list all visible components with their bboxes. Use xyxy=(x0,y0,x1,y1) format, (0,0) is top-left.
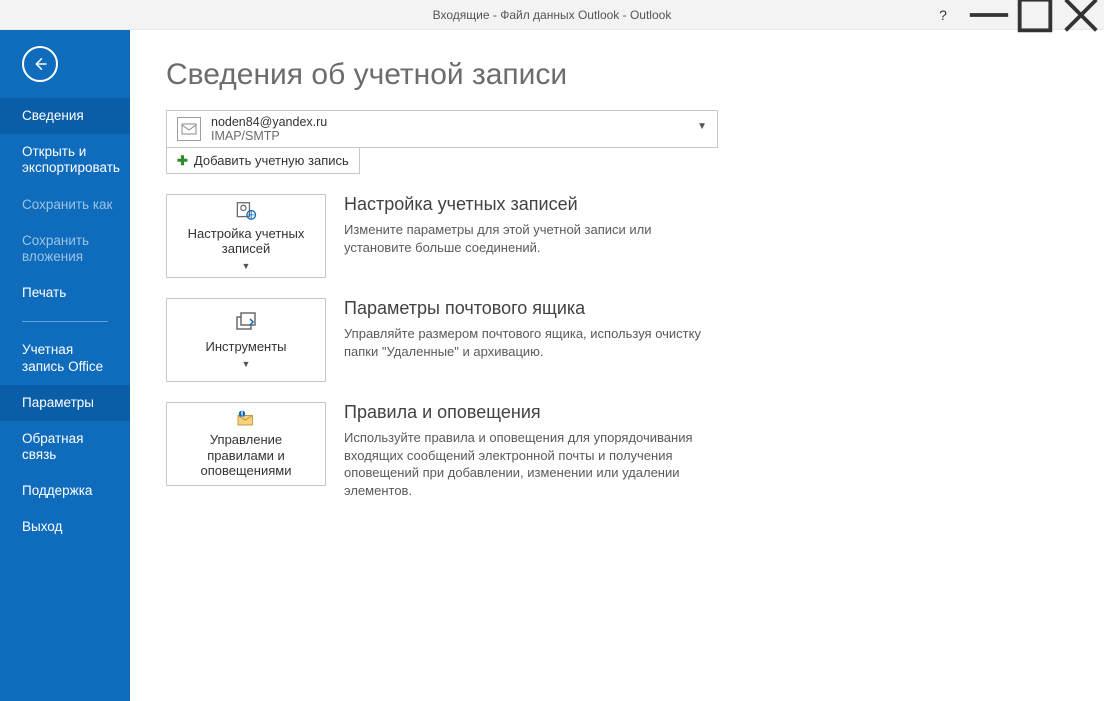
window-title: Входящие - Файл данных Outlook - Outlook xyxy=(433,8,672,22)
body: Сведения Открыть и экспортировать Сохран… xyxy=(0,30,1104,701)
section-title: Настройка учетных записей xyxy=(344,194,718,215)
section-text: Правила и оповещения Используйте правила… xyxy=(344,402,718,499)
sidebar-item-label: Открыть и экспортировать xyxy=(22,144,120,175)
section-title: Правила и оповещения xyxy=(344,402,718,423)
tile-tools[interactable]: Инструменты ▼ xyxy=(166,298,326,382)
window-controls: ? xyxy=(920,0,1104,30)
sidebar-item-label: Обратная связь xyxy=(22,431,83,462)
section-desc: Управляйте размером почтового ящика, исп… xyxy=(344,325,718,360)
tile-account-settings[interactable]: Настройка учетных записей ▼ xyxy=(166,194,326,278)
sidebar-item-print[interactable]: Печать xyxy=(0,275,130,311)
sidebar: Сведения Открыть и экспортировать Сохран… xyxy=(0,30,130,701)
account-selector[interactable]: noden84@yandex.ru IMAP/SMTP ▼ xyxy=(166,110,718,148)
minimize-button[interactable] xyxy=(966,0,1012,30)
mailbox-icon xyxy=(177,117,201,141)
sidebar-item-info[interactable]: Сведения xyxy=(0,98,130,134)
sidebar-item-options[interactable]: Параметры xyxy=(0,385,130,421)
section-text: Параметры почтового ящика Управляйте раз… xyxy=(344,298,718,360)
sidebar-item-label: Выход xyxy=(22,519,62,534)
sidebar-item-label: Учетная запись Office xyxy=(22,342,103,373)
close-icon xyxy=(1058,0,1104,38)
account-email: noden84@yandex.ru xyxy=(211,115,327,129)
account-info: noden84@yandex.ru IMAP/SMTP xyxy=(211,115,327,144)
sidebar-item-label: Сохранить как xyxy=(22,197,112,212)
section-mailbox-settings: Инструменты ▼ Параметры почтового ящика … xyxy=(166,298,718,382)
sidebar-item-label: Параметры xyxy=(22,395,94,410)
account-settings-icon xyxy=(230,201,262,222)
plus-icon: ✚ xyxy=(177,153,188,169)
app-root: Входящие - Файл данных Outlook - Outlook… xyxy=(0,0,1104,701)
sidebar-item-label: Печать xyxy=(22,285,66,300)
sidebar-item-support[interactable]: Поддержка xyxy=(0,473,130,509)
chevron-down-icon: ▼ xyxy=(697,121,707,132)
sidebar-item-exit[interactable]: Выход xyxy=(0,509,130,545)
arrow-left-icon xyxy=(31,55,49,73)
sidebar-item-office-account[interactable]: Учетная запись Office xyxy=(0,332,130,384)
sidebar-item-feedback[interactable]: Обратная связь xyxy=(0,421,130,473)
close-button[interactable] xyxy=(1058,0,1104,30)
section-rules: Управление правилами и оповещениями Прав… xyxy=(166,402,718,499)
titlebar: Входящие - Файл данных Outlook - Outlook… xyxy=(0,0,1104,30)
sidebar-item-save-as: Сохранить как xyxy=(0,187,130,223)
sidebar-item-save-attachments: Сохранить вложения xyxy=(0,223,130,275)
tile-rules[interactable]: Управление правилами и оповещениями xyxy=(166,402,326,486)
sidebar-item-label: Поддержка xyxy=(22,483,92,498)
page-title: Сведения об учетной записи xyxy=(166,58,1068,92)
section-title: Параметры почтового ящика xyxy=(344,298,718,319)
sidebar-separator xyxy=(22,321,108,322)
maximize-icon xyxy=(1012,0,1058,38)
minimize-icon xyxy=(966,0,1012,38)
section-account-settings: Настройка учетных записей ▼ Настройка уч… xyxy=(166,194,718,278)
tools-icon xyxy=(230,311,262,335)
add-account-label: Добавить учетную запись xyxy=(194,153,349,168)
tile-label: Настройка учетных записей xyxy=(175,226,317,257)
chevron-down-icon: ▼ xyxy=(242,261,251,271)
help-button[interactable]: ? xyxy=(920,0,966,30)
section-text: Настройка учетных записей Измените парам… xyxy=(344,194,718,256)
sidebar-item-label: Сведения xyxy=(22,108,84,123)
add-account-button[interactable]: ✚ Добавить учетную запись xyxy=(166,148,360,174)
account-protocol: IMAP/SMTP xyxy=(211,129,327,143)
section-desc: Используйте правила и оповещения для упо… xyxy=(344,429,718,499)
maximize-button[interactable] xyxy=(1012,0,1058,30)
sidebar-item-open-export[interactable]: Открыть и экспортировать xyxy=(0,134,130,186)
back-button[interactable] xyxy=(22,46,58,82)
tile-label: Управление правилами и оповещениями xyxy=(175,432,317,479)
section-desc: Измените параметры для этой учетной запи… xyxy=(344,221,718,256)
sidebar-item-label: Сохранить вложения xyxy=(22,233,89,264)
chevron-down-icon: ▼ xyxy=(242,359,251,369)
content: Сведения об учетной записи noden84@yande… xyxy=(130,30,1104,701)
rules-alerts-icon xyxy=(230,409,262,428)
tile-label: Инструменты xyxy=(205,339,286,355)
